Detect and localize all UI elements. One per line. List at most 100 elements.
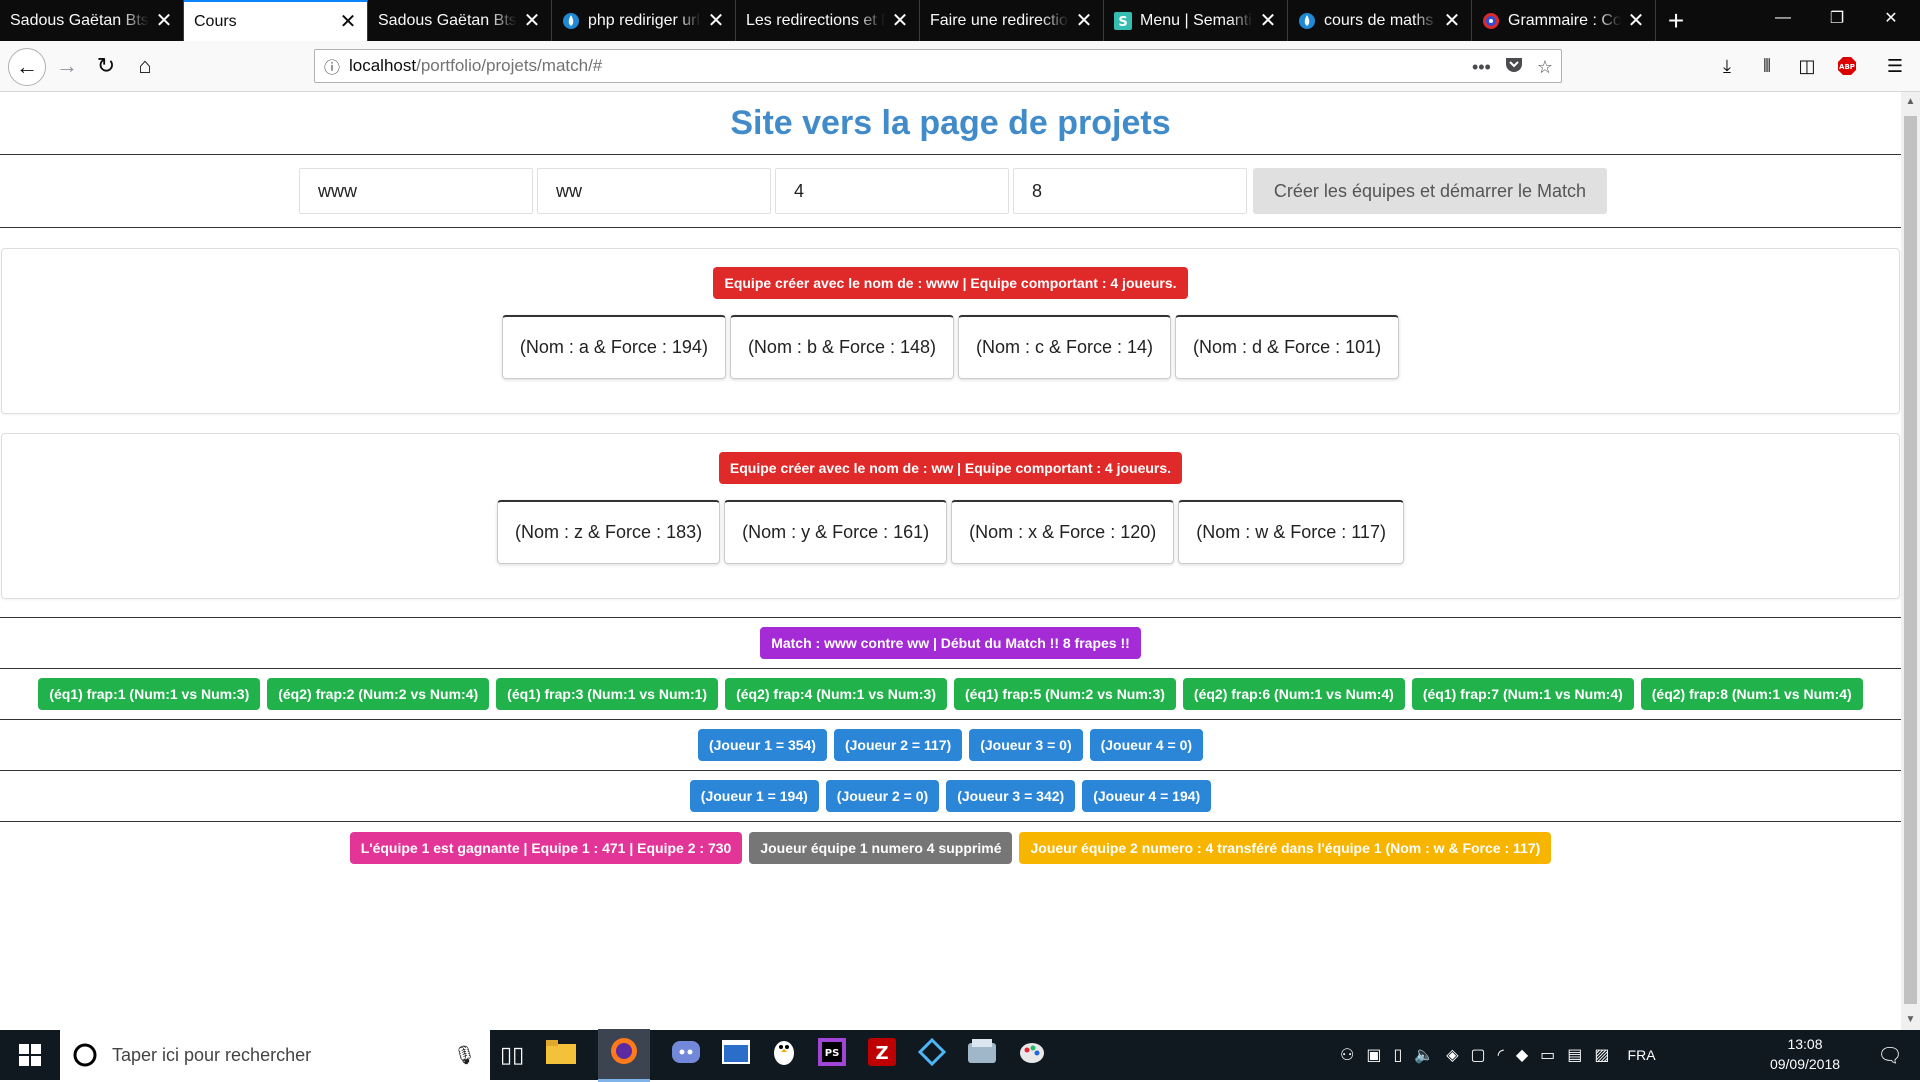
player-card: (Nom : b & Force : 148) [729, 315, 954, 379]
browser-tab[interactable]: Sadous Gaëtan Bts SIO ✕ [0, 0, 184, 41]
phpstorm-icon[interactable]: PS [818, 1038, 847, 1072]
scroll-up-icon[interactable]: ▲ [1901, 92, 1920, 112]
file-explorer-icon[interactable] [546, 1040, 577, 1070]
discord-icon[interactable] [672, 1041, 701, 1069]
tray-icon[interactable]: ▢ [1471, 1045, 1486, 1065]
scroll-down-icon[interactable]: ▼ [1901, 1010, 1920, 1030]
team1-scores-row: (Joueur 1 = 354) (Joueur 2 = 117) (Joueu… [0, 720, 1901, 771]
penguin-app-icon[interactable] [772, 1038, 796, 1072]
svg-text:S: S [1118, 15, 1127, 30]
tray-icon[interactable]: ▯ [1393, 1045, 1402, 1065]
tray-icon[interactable]: ◈ [1446, 1045, 1458, 1065]
tray-icon[interactable]: ◆ [1516, 1045, 1528, 1065]
tab-title: Sadous Gaëtan Bts SIO [378, 11, 517, 29]
page-scrollbar[interactable]: ▲ ▼ [1901, 92, 1920, 1030]
restore-window-icon[interactable]: ❐ [1808, 0, 1866, 36]
language-indicator[interactable]: FRA [1628, 1047, 1656, 1063]
microphone-icon[interactable]: 🎙 [453, 1045, 476, 1066]
tab-title: php rediriger url [588, 11, 701, 29]
close-tab-icon[interactable]: ✕ [1443, 8, 1461, 33]
clock-time: 13:08 [1787, 1036, 1823, 1052]
hit-badge: (éq1) frap:1 (Num:1 vs Num:3) [38, 678, 261, 710]
url-path: /portfolio/projets/match/# [416, 56, 603, 75]
back-arrow-icon[interactable]: ← [8, 48, 46, 86]
home-icon[interactable]: ⌂ [128, 49, 162, 83]
hits-row: (éq1) frap:1 (Num:1 vs Num:3) (éq2) frap… [0, 669, 1901, 720]
site-info-icon[interactable]: ⓘ [315, 54, 349, 78]
close-window-icon[interactable]: ✕ [1862, 0, 1920, 36]
filezilla-icon[interactable]: Z [868, 1038, 897, 1072]
reload-icon[interactable]: ↻ [89, 49, 123, 83]
match-form: Créer les équipes et démarrer le Match [0, 155, 1901, 227]
forward-arrow-icon[interactable]: → [50, 49, 84, 83]
firefox-taskbar-icon[interactable] [598, 1028, 651, 1082]
tab-strip: Sadous Gaëtan Bts SIO ✕ Cours ✕ Sadous G… [0, 0, 1920, 41]
team1-name-input[interactable] [299, 168, 533, 214]
browser-tab[interactable]: cours de maths ✕ [1288, 0, 1472, 41]
close-tab-icon[interactable]: ✕ [1259, 8, 1277, 33]
close-tab-icon[interactable]: ✕ [1627, 8, 1645, 33]
browser-tab[interactable]: Grammaire : Cours ✕ [1472, 0, 1656, 41]
match-row: Match : www contre ww | Début du Match !… [0, 618, 1901, 669]
tab-title: Les redirections et l'UR [746, 11, 885, 29]
clock[interactable]: 13:08 09/09/2018 [1755, 1034, 1855, 1074]
team2-badge: Equipe créer avec le nom de : ww | Equip… [718, 452, 1183, 484]
hit-badge: (éq2) frap:4 (Num:1 vs Num:3) [725, 678, 947, 710]
adblock-icon[interactable]: ABP [1830, 49, 1864, 83]
scrollbar-thumb[interactable] [1904, 116, 1917, 1004]
bookmark-star-icon[interactable]: ☆ [1537, 57, 1553, 78]
page-actions-icon[interactable]: ••• [1472, 57, 1491, 78]
windows-start-icon[interactable] [0, 1030, 60, 1080]
dev-tool-icon[interactable] [918, 1037, 947, 1072]
close-tab-icon[interactable]: ✕ [891, 8, 909, 33]
player-card: (Nom : w & Force : 117) [1178, 500, 1404, 564]
cortana-icon [73, 1043, 97, 1067]
team2-scores-row: (Joueur 1 = 194) (Joueur 2 = 0) (Joueur … [0, 771, 1901, 822]
page-title: Site vers la page de projets [730, 104, 1171, 142]
tray-icon[interactable]: ▭ [1540, 1045, 1555, 1065]
close-tab-icon[interactable]: ✕ [523, 8, 541, 33]
settings-app-icon[interactable] [968, 1039, 997, 1071]
hit-badge: (éq1) frap:5 (Num:2 vs Num:3) [954, 678, 1176, 710]
nvidia-icon[interactable]: ▨ [1594, 1045, 1609, 1065]
close-tab-icon[interactable]: ✕ [1075, 8, 1093, 33]
hits-count-input[interactable] [1013, 168, 1247, 214]
url-bar[interactable]: ⓘ localhost/portfolio/projets/match/# ••… [314, 49, 1562, 83]
taskbar-search-box[interactable]: Taper ici pour rechercher 🎙 [60, 1030, 490, 1080]
new-tab-icon[interactable]: + [1656, 0, 1696, 41]
create-teams-button[interactable]: Créer les équipes et démarrer le Match [1253, 168, 1607, 214]
tray-icon[interactable]: ▣ [1366, 1045, 1381, 1065]
tray-icon[interactable]: ▤ [1567, 1045, 1582, 1065]
browser-tab[interactable]: S Menu | Semantic UI ✕ [1104, 0, 1288, 41]
semantic-favicon-icon: S [1114, 11, 1132, 30]
browser-tab[interactable]: Faire une redirection ✕ [920, 0, 1104, 41]
players-count-input[interactable] [775, 168, 1009, 214]
minimize-window-icon[interactable]: — [1754, 0, 1812, 36]
tab-title: Cours [194, 12, 237, 30]
clock-date: 09/09/2018 [1769, 1056, 1841, 1072]
close-tab-icon[interactable]: ✕ [707, 8, 725, 33]
browser-tab[interactable]: Les redirections et l'UR ✕ [736, 0, 920, 41]
browser-tab[interactable]: php rediriger url ✕ [552, 0, 736, 41]
window-app-icon[interactable] [722, 1040, 751, 1070]
team1-badge: Equipe créer avec le nom de : www | Equi… [713, 267, 1188, 299]
browser-tab[interactable]: Sadous Gaëtan Bts SIO ✕ [368, 0, 552, 41]
wifi-icon[interactable]: ◜ [1498, 1045, 1504, 1065]
browser-tab-active[interactable]: Cours ✕ [184, 0, 368, 41]
pocket-icon[interactable] [1505, 57, 1523, 78]
score-badge: (Joueur 2 = 0) [825, 780, 940, 812]
task-view-icon[interactable]: ▯▯ [500, 1042, 524, 1068]
team2-name-input[interactable] [537, 168, 771, 214]
downloads-icon[interactable]: ⤓ [1710, 49, 1744, 83]
sidebar-icon[interactable]: ◫ [1790, 49, 1824, 83]
volume-icon[interactable]: 🔈 [1414, 1045, 1434, 1065]
close-tab-icon[interactable]: ✕ [339, 9, 357, 34]
notifications-icon[interactable]: 🗨 [1865, 1030, 1915, 1080]
people-icon[interactable]: ⚇ [1340, 1045, 1354, 1065]
removed-player-badge: Joueur équipe 1 numero 4 supprimé [749, 831, 1013, 864]
hit-badge: (éq1) frap:7 (Num:1 vs Num:4) [1411, 678, 1634, 710]
close-tab-icon[interactable]: ✕ [155, 8, 173, 33]
menu-icon[interactable]: ☰ [1878, 49, 1912, 83]
paint-app-icon[interactable] [1018, 1038, 1046, 1072]
library-icon[interactable]: ⫴ [1750, 49, 1784, 83]
